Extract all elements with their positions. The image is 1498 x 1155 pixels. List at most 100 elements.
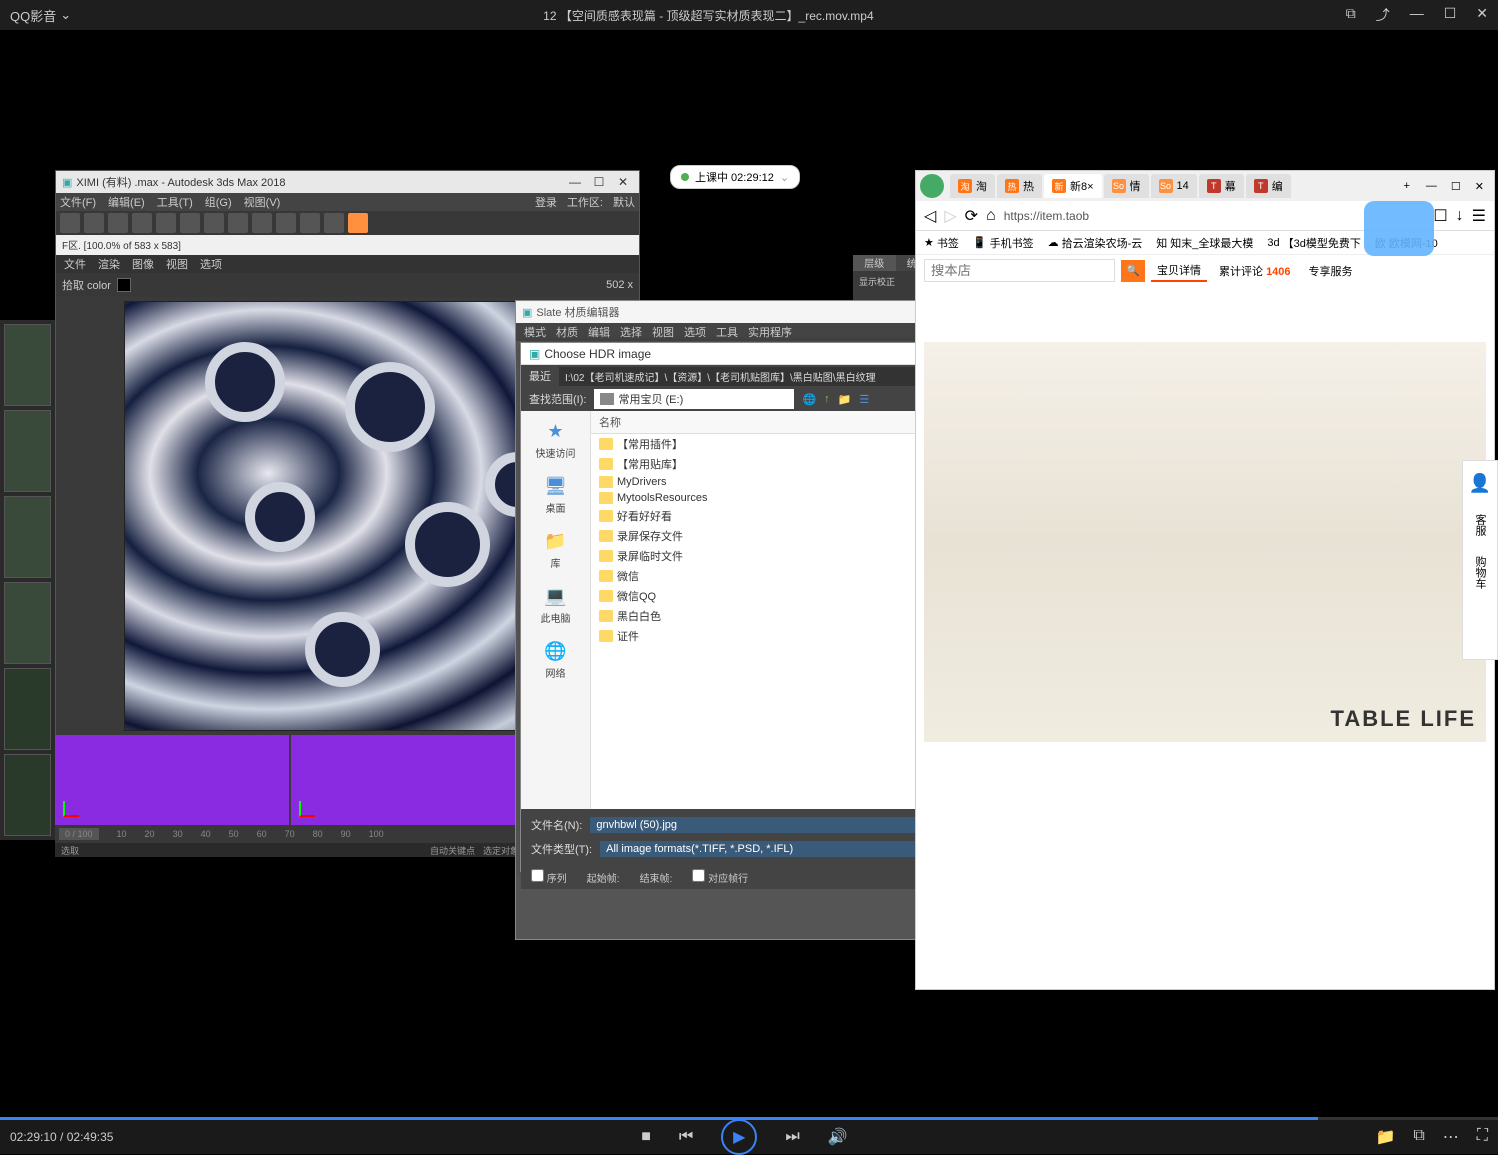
download-icon[interactable]: ↓ [1456, 207, 1464, 225]
br-maximize[interactable]: ☐ [1445, 180, 1467, 193]
smenu-options[interactable]: 选项 [684, 324, 706, 340]
bookmark-icon[interactable]: ☐ [1433, 206, 1447, 226]
browser-tab[interactable]: 新新8× [1044, 174, 1102, 198]
smenu-util[interactable]: 实用程序 [748, 324, 792, 340]
br-close[interactable]: ✕ [1469, 180, 1490, 193]
login-link[interactable]: 登录 [535, 194, 557, 210]
menu-edit[interactable]: 编辑(E) [108, 194, 145, 210]
refresh-icon[interactable]: ⟳ [965, 206, 978, 226]
menu-tools[interactable]: 工具(T) [157, 194, 193, 210]
play-button[interactable]: ▶ [721, 1119, 757, 1155]
toolbar-btn-fp[interactable] [348, 213, 368, 233]
thumbnail[interactable] [4, 668, 51, 750]
open-file-button[interactable]: 📁 [1375, 1127, 1395, 1147]
product-image[interactable]: TABLE LIFE [924, 342, 1486, 742]
max-minimize[interactable]: — [565, 175, 585, 189]
max-maximize[interactable]: ☐ [589, 175, 609, 189]
max-titlebar[interactable]: ▣ XIMI (有料) .max - Autodesk 3ds Max 2018… [56, 171, 639, 193]
new-folder-icon[interactable]: 📁 [838, 393, 852, 406]
nav-up-icon[interactable]: ↑ [824, 393, 830, 405]
menu-group[interactable]: 组(G) [205, 194, 232, 210]
toolbar-btn[interactable] [60, 213, 80, 233]
stop-button[interactable]: ■ [641, 1128, 651, 1146]
toolbar-btn[interactable] [276, 213, 296, 233]
cs-icon[interactable]: 👤 [1469, 473, 1491, 494]
sidebar-item[interactable]: 📁库 [544, 529, 568, 570]
minimize-button[interactable]: — [1410, 5, 1424, 25]
home-icon[interactable]: ⌂ [986, 207, 996, 225]
bookmark-item[interactable]: 3d【3d模型免费下 [1267, 235, 1361, 251]
browser-tab[interactable]: T幕 [1199, 174, 1244, 198]
toolbar-btn[interactable] [204, 213, 224, 233]
vmenu-options[interactable]: 选项 [200, 256, 222, 272]
browser-tab[interactable]: T编 [1246, 174, 1291, 198]
smenu-tools[interactable]: 工具 [716, 324, 738, 340]
tab-service[interactable]: 专享服务 [1303, 261, 1359, 281]
smenu-view[interactable]: 视图 [652, 324, 674, 340]
viewport-left[interactable] [55, 735, 289, 825]
br-minimize[interactable]: — [1420, 180, 1443, 192]
thumbnail[interactable] [4, 754, 51, 836]
url-input[interactable]: https://item.taob [1004, 209, 1426, 223]
more-button[interactable]: ⋯ [1443, 1127, 1459, 1147]
search-button[interactable]: 🔍 [1121, 260, 1145, 282]
next-button[interactable]: ⏭ [785, 1128, 799, 1146]
bookmark-item[interactable]: 知知末_全球最大模 [1156, 235, 1253, 251]
toolbar-btn[interactable] [132, 213, 152, 233]
browser-tab[interactable]: So情 [1104, 174, 1149, 198]
vmenu-file[interactable]: 文件 [64, 256, 86, 272]
sidebar-item[interactable]: ★快速访问 [536, 419, 576, 460]
thumbnail[interactable] [4, 496, 51, 578]
smenu-mode[interactable]: 模式 [524, 324, 546, 340]
tab-detail[interactable]: 宝贝详情 [1151, 260, 1207, 282]
toolbar-btn[interactable] [324, 213, 344, 233]
smenu-material[interactable]: 材质 [556, 324, 578, 340]
color-mode[interactable]: 拾取 color [62, 277, 111, 293]
vmenu-render[interactable]: 渲染 [98, 256, 120, 272]
cs-label[interactable]: 客服 [1472, 514, 1488, 536]
thumbnail[interactable] [4, 582, 51, 664]
fullscreen-button[interactable]: ⛶ [1477, 1127, 1488, 1147]
set-key-btn[interactable]: 选定对象 [483, 844, 519, 857]
browser-tab[interactable]: So14 [1151, 174, 1197, 198]
toolbar-btn[interactable] [156, 213, 176, 233]
smenu-select[interactable]: 选择 [620, 324, 642, 340]
folder-dropdown[interactable]: 常用宝贝 (E:) [594, 389, 794, 409]
menu-view[interactable]: 视图(V) [244, 194, 281, 210]
seq-check[interactable] [531, 869, 544, 882]
toolbar-btn[interactable] [180, 213, 200, 233]
select-label[interactable]: 选取 [61, 844, 79, 857]
toolbar-btn[interactable] [228, 213, 248, 233]
thumbnail[interactable] [4, 324, 51, 406]
sidebar-item[interactable]: 🌐网络 [544, 639, 568, 680]
match-check[interactable] [692, 869, 705, 882]
volume-button[interactable]: 🔊 [828, 1127, 848, 1147]
workspace-value[interactable]: 默认 [613, 194, 635, 210]
bookmark-item[interactable]: ★书签 [924, 235, 959, 251]
menu-icon[interactable]: ☰ [1472, 206, 1486, 226]
timeline-ruler[interactable]: 0 / 100 10 20 30 40 50 60 70 80 90 100 [55, 825, 525, 843]
subtitle-button[interactable]: ⧉ [1413, 1127, 1424, 1147]
vmenu-image[interactable]: 图像 [132, 256, 154, 272]
toolbar-btn[interactable] [108, 213, 128, 233]
view-mode-icon[interactable]: ☰ [859, 393, 869, 406]
thumbnail[interactable] [4, 410, 51, 492]
color-swatch[interactable] [117, 278, 131, 292]
toolbar-btn[interactable] [300, 213, 320, 233]
close-button[interactable]: ✕ [1476, 5, 1488, 25]
toolbar-btn[interactable] [252, 213, 272, 233]
prev-button[interactable]: ⏮ [679, 1128, 693, 1146]
toolbar-btn[interactable] [84, 213, 104, 233]
player-app-name[interactable]: QQ影音 ⌄ [10, 6, 71, 25]
nav-back-icon[interactable]: ◁ [924, 206, 936, 226]
bookmark-item[interactable]: 📱手机书签 [973, 235, 1034, 251]
new-tab-button[interactable]: + [1395, 180, 1417, 192]
tab-comments[interactable]: 累计评论 1406 [1213, 261, 1297, 281]
browser-tab[interactable]: 热热 [997, 174, 1042, 198]
auto-key-btn[interactable]: 自动关键点 [430, 844, 475, 857]
maximize-button[interactable]: ☐ [1444, 5, 1457, 25]
cart-label[interactable]: 购物车 [1472, 556, 1488, 589]
max-close[interactable]: ✕ [613, 175, 633, 189]
sidebar-item[interactable]: 🖥桌面 [544, 474, 568, 515]
menu-file[interactable]: 文件(F) [60, 194, 96, 210]
